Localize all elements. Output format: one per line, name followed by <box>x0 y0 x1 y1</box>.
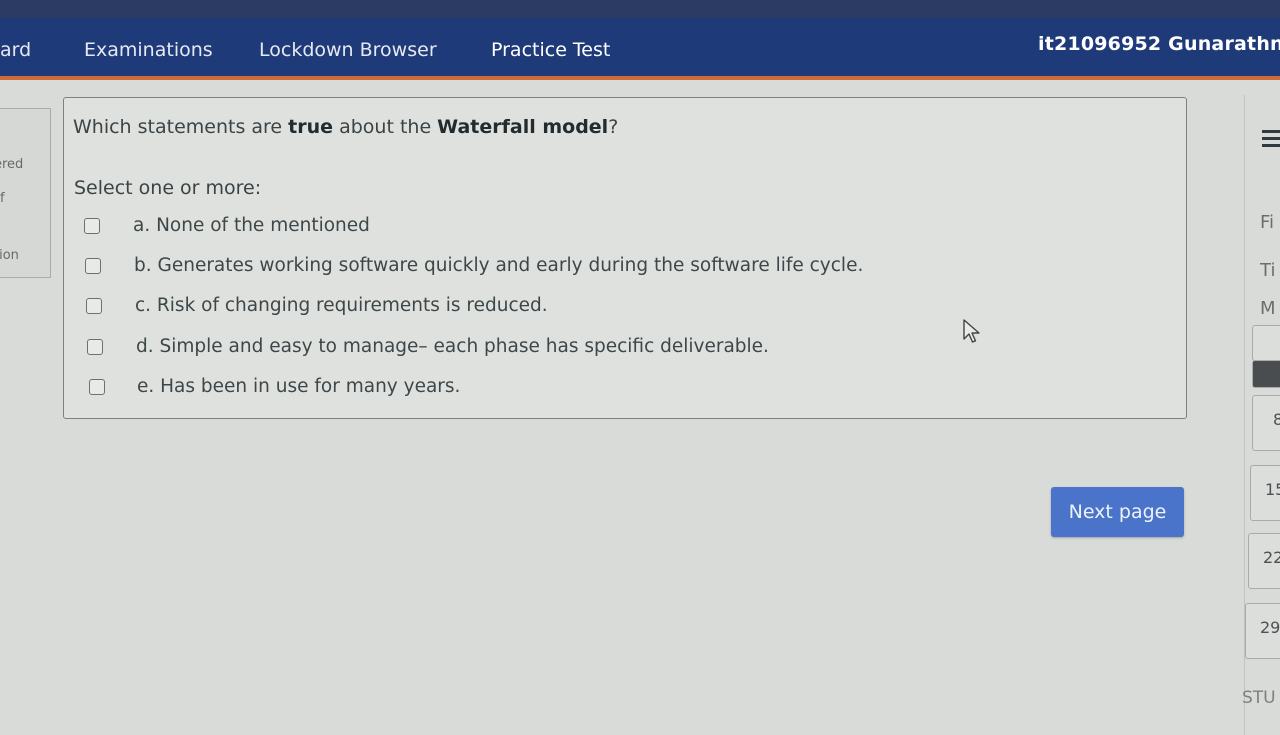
question-card: Which statements are true about the Wate… <box>63 97 1187 419</box>
panel-footer-text: STU <box>1242 688 1276 708</box>
menu-icon[interactable] <box>1262 128 1280 150</box>
nav-examinations[interactable]: Examinations <box>84 18 213 76</box>
left-status-text: ered <box>0 157 24 172</box>
top-strip <box>0 0 1280 18</box>
question-nav-button[interactable] <box>1252 325 1280 361</box>
question-nav-button[interactable]: 8 <box>1252 395 1280 451</box>
option-e-label[interactable]: e. Has been in use for many years. <box>137 376 460 397</box>
panel-label-marks: M <box>1260 298 1276 319</box>
checkbox-d[interactable] <box>87 339 103 355</box>
question-nav-button[interactable]: 29 <box>1245 603 1280 659</box>
left-question-text: tion <box>0 248 19 263</box>
option-e[interactable]: e. Has been in use for many years. <box>89 374 989 402</box>
checkbox-c[interactable] <box>86 298 102 314</box>
question-nav-button[interactable] <box>1252 360 1280 388</box>
top-navbar: ard Examinations Lockdown Browser Practi… <box>0 18 1280 80</box>
option-a-label[interactable]: a. None of the mentioned <box>133 215 370 236</box>
next-page-button[interactable]: Next page <box>1051 487 1184 537</box>
left-info-panel: ered f tion <box>0 108 51 278</box>
option-a[interactable]: a. None of the mentioned <box>84 213 984 241</box>
checkbox-e[interactable] <box>89 379 105 395</box>
checkbox-a[interactable] <box>84 218 100 234</box>
option-c-label[interactable]: c. Risk of changing requirements is redu… <box>135 295 548 316</box>
select-prompt: Select one or more: <box>74 177 262 199</box>
option-d[interactable]: d. Simple and easy to manage– each phase… <box>87 334 987 362</box>
question-text: Which statements are true about the Wate… <box>73 116 619 138</box>
option-b[interactable]: b. Generates working software quickly an… <box>85 253 985 281</box>
question-nav-button[interactable]: 22 <box>1248 533 1280 589</box>
nav-lockdown-browser[interactable]: Lockdown Browser <box>259 18 437 76</box>
checkbox-b[interactable] <box>85 258 101 274</box>
option-c[interactable]: c. Risk of changing requirements is redu… <box>86 293 986 321</box>
user-name[interactable]: it21096952 Gunarathne K <box>1038 18 1280 76</box>
panel-label-finish: Fi <box>1260 212 1275 233</box>
question-nav-button[interactable]: 15 <box>1250 465 1280 521</box>
nav-dashboard[interactable]: ard <box>0 18 31 76</box>
nav-practice-test[interactable]: Practice Test <box>491 18 610 76</box>
option-b-label[interactable]: b. Generates working software quickly an… <box>134 255 863 276</box>
panel-label-time: Ti <box>1260 260 1276 281</box>
left-flag-text: f <box>0 191 5 206</box>
option-d-label[interactable]: d. Simple and easy to manage– each phase… <box>136 336 769 357</box>
mouse-cursor-icon <box>963 319 980 343</box>
